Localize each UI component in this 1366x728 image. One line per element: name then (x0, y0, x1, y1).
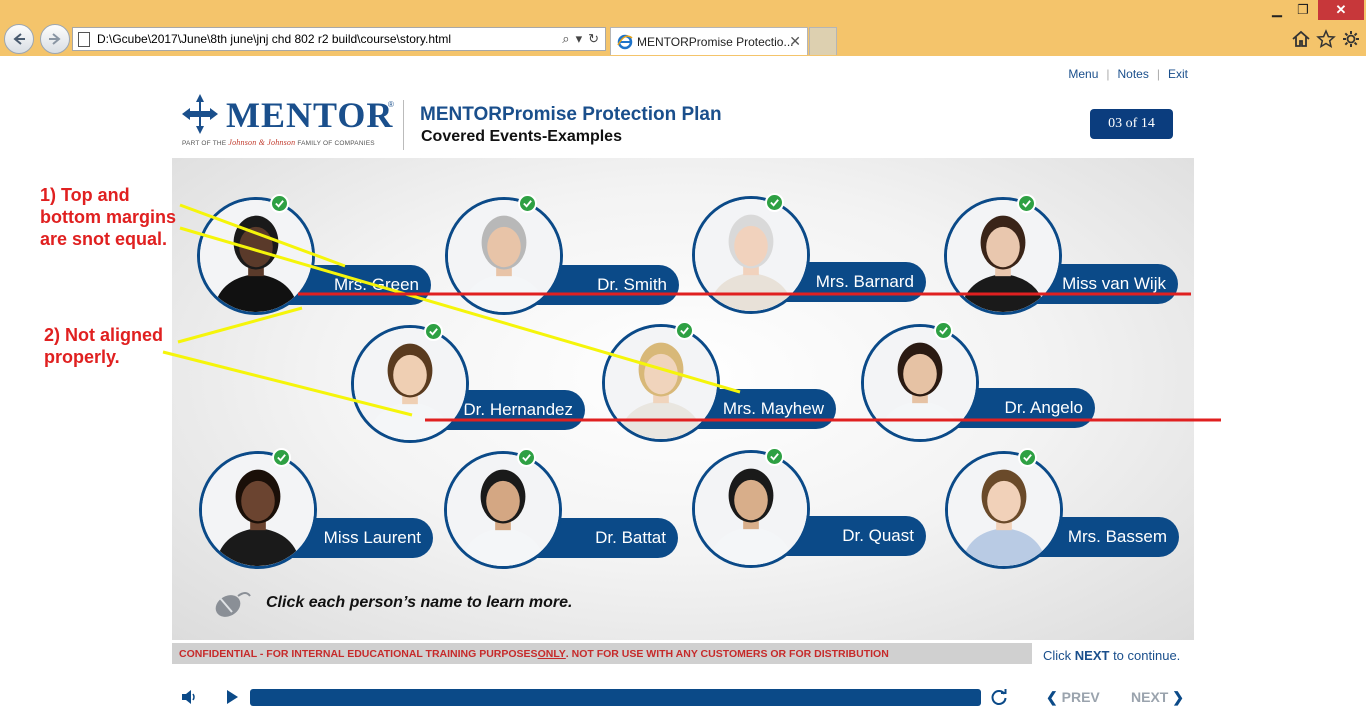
logo-wordmark: MENTOR (226, 95, 394, 135)
forward-button[interactable] (40, 24, 70, 54)
back-button[interactable] (4, 24, 34, 54)
person-photo[interactable] (197, 197, 315, 315)
person-card: Dr. Quast (692, 447, 932, 570)
person-card: Mrs. Bassem (945, 448, 1185, 571)
tab-close-icon[interactable]: ✕ (789, 33, 801, 50)
address-text: D:\Gcube\2017\June\8th june\jnj chd 802 … (97, 32, 451, 46)
page-counter: 03 of 14 (1090, 109, 1173, 139)
person-card: Dr. Hernandez (351, 322, 591, 445)
close-window-button[interactable]: ✕ (1318, 0, 1364, 20)
player-bar: ❮ PREV NEXT ❯ (0, 680, 1366, 714)
menu-link[interactable]: Menu (1068, 67, 1098, 81)
chevron-right-icon: ❯ (1172, 689, 1184, 705)
visited-check-icon (765, 193, 784, 212)
address-bar[interactable]: D:\Gcube\2017\June\8th june\jnj chd 802 … (72, 27, 606, 51)
logo-registered: ® (388, 100, 394, 109)
mentor-logo: MENTOR ® PART OF THE Johnson & Johnson F… (180, 94, 400, 154)
replay-icon[interactable] (990, 688, 1008, 706)
title-divider (403, 100, 404, 150)
continue-next: NEXT (1074, 648, 1110, 663)
menu-separator: | (1156, 67, 1160, 81)
hint-text: Click each person’s name to learn more. (266, 594, 573, 611)
person-card: Mrs. Green (197, 194, 437, 317)
person-photo[interactable] (861, 324, 979, 442)
confidential-only: ONLY (537, 647, 566, 660)
visited-check-icon (765, 447, 784, 466)
refresh-icon[interactable]: ↻ (588, 31, 599, 47)
annotation-note-2: 2) Not aligned properly. (44, 325, 164, 367)
person-photo[interactable] (692, 196, 810, 314)
logo-tag-prefix: PART OF THE (182, 140, 229, 147)
person-card: Mrs. Mayhew (602, 321, 842, 444)
person-photo[interactable] (199, 451, 317, 569)
person-photo[interactable] (692, 450, 810, 568)
menu-separator: | (1106, 67, 1110, 81)
person-photo[interactable] (945, 451, 1063, 569)
browser-chrome: ▁ ❐ ✕ D:\Gcube\2017\June\8th june\jnj ch… (0, 0, 1366, 56)
course-menu: Menu | Notes | Exit (1068, 67, 1188, 81)
seek-bar[interactable] (250, 689, 981, 706)
document-icon (78, 32, 90, 47)
gear-icon[interactable] (1340, 28, 1362, 50)
person-card: Mrs. Barnard (692, 193, 932, 316)
screen: ▁ ❐ ✕ D:\Gcube\2017\June\8th june\jnj ch… (0, 0, 1366, 728)
person-photo[interactable] (351, 325, 469, 443)
person-photo[interactable] (944, 197, 1062, 315)
visited-check-icon (934, 321, 953, 340)
logo-tag-suffix: FAMILY OF COMPANIES (295, 140, 375, 147)
person-card: Dr. Smith (445, 194, 685, 317)
volume-icon[interactable] (180, 688, 198, 706)
prev-label: PREV (1061, 689, 1100, 705)
confidential-prefix: CONFIDENTIAL - FOR INTERNAL EDUCATIONAL … (179, 647, 538, 660)
dropdown-icon[interactable]: ▾ (576, 31, 583, 47)
visited-check-icon (1018, 448, 1037, 467)
new-tab-button[interactable] (809, 27, 837, 55)
notes-link[interactable]: Notes (1118, 67, 1149, 81)
tab-title: MENTORPromise Protectio... (637, 35, 794, 49)
exit-link[interactable]: Exit (1168, 67, 1188, 81)
person-card: Dr. Battat (444, 448, 684, 571)
person-photo[interactable] (445, 197, 563, 315)
person-card: Miss Laurent (199, 448, 439, 571)
confidential-suffix: . NOT FOR USE WITH ANY CUSTOMERS OR FOR … (565, 647, 889, 660)
logo-tag-brand: Johnson & Johnson (228, 138, 296, 147)
address-tools: ⌕ ▾ ↻ (562, 31, 599, 47)
visited-check-icon (270, 194, 289, 213)
visited-check-icon (675, 321, 694, 340)
person-card: Dr. Angelo (861, 321, 1101, 444)
course-subtitle: Covered Events-Examples (421, 128, 622, 145)
tab-course[interactable]: MENTORPromise Protectio... ✕ (610, 27, 808, 55)
mentor-logo-mark-icon (182, 94, 218, 134)
next-button[interactable]: NEXT ❯ (1131, 689, 1184, 706)
arrow-left-icon (13, 33, 25, 45)
visited-check-icon (518, 194, 537, 213)
annotation-note-1: 1) Top and bottom margins are snot equal… (40, 185, 177, 249)
prev-button[interactable]: ❮ PREV (1046, 689, 1100, 706)
visited-check-icon (424, 322, 443, 341)
person-photo[interactable] (444, 451, 562, 569)
visited-check-icon (1017, 194, 1036, 213)
confidential-banner: CONFIDENTIAL - FOR INTERNAL EDUCATIONAL … (172, 643, 1032, 664)
play-icon[interactable] (224, 689, 240, 705)
logo-tagline: PART OF THE Johnson & Johnson FAMILY OF … (182, 138, 375, 147)
visited-check-icon (272, 448, 291, 467)
continue-instruction: Click NEXT to continue. (1043, 648, 1180, 663)
hint: Click each person’s name to learn more. (210, 588, 573, 618)
maximize-button[interactable]: ❐ (1292, 0, 1314, 20)
person-photo[interactable] (602, 324, 720, 442)
visited-check-icon (517, 448, 536, 467)
star-icon[interactable] (1315, 28, 1337, 50)
mouse-click-icon (215, 592, 251, 617)
person-card: Miss van Wijk (944, 194, 1184, 317)
continue-prefix: Click (1043, 648, 1075, 663)
continue-suffix: to continue. (1109, 648, 1181, 663)
course-title: MENTORPromise Protection Plan (420, 104, 722, 125)
arrow-right-icon (49, 33, 61, 45)
chevron-left-icon: ❮ (1046, 689, 1058, 705)
search-icon[interactable]: ⌕ (562, 31, 569, 47)
ie-icon (617, 34, 633, 50)
minimize-button[interactable]: ▁ (1266, 0, 1288, 20)
next-label: NEXT (1131, 689, 1169, 705)
home-icon[interactable] (1290, 28, 1312, 50)
